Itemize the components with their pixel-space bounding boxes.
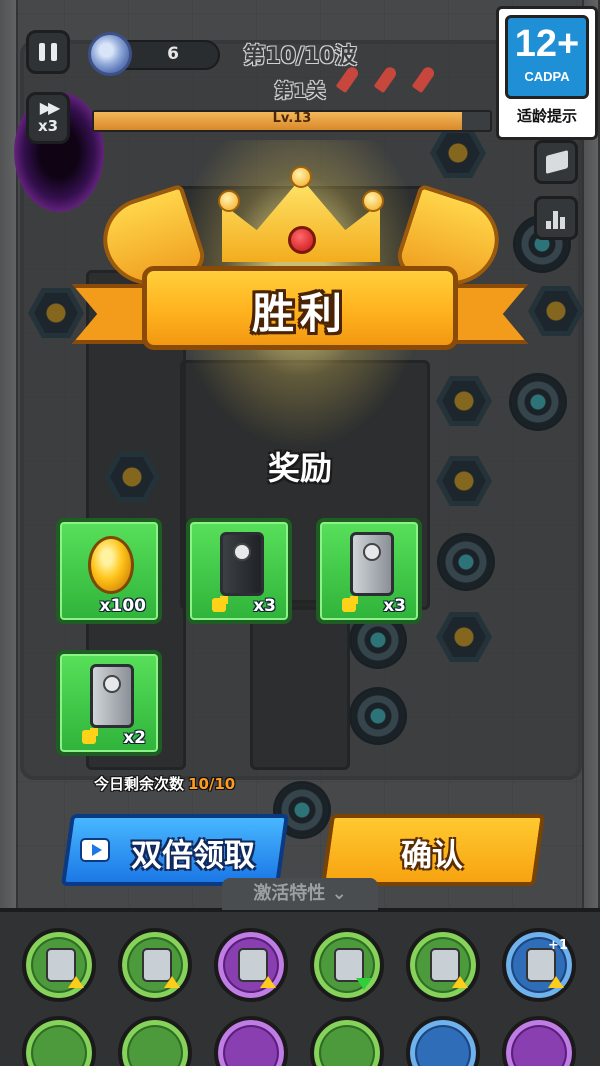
level-indicator: 第1关 <box>274 80 326 102</box>
skill-weight-downgrade[interactable] <box>310 928 384 1002</box>
reward-card-part-3: x2 <box>56 650 162 756</box>
reward-count: x100 <box>99 596 146 616</box>
reward-card-part-2: x3 <box>316 518 422 624</box>
gem-count: 6 <box>167 44 179 64</box>
skill-slot-row2[interactable] <box>310 1016 384 1066</box>
reward-heading: 奖励 <box>267 449 332 487</box>
skill-slot-row2[interactable] <box>22 1016 96 1066</box>
skill-sword-upgrade[interactable] <box>214 928 288 1002</box>
reward-count: x3 <box>383 596 406 616</box>
launcher-part-icon <box>90 664 134 728</box>
daily-remaining: 今日剩余次数 10/10 <box>94 773 235 794</box>
skill-crystal-upgrade[interactable] <box>118 928 192 1002</box>
xp-level-label: Lv.13 <box>272 111 312 126</box>
age-rating-badge: 12+ CADPA 适龄提示 <box>496 6 598 140</box>
bar-chart-icon <box>546 207 568 229</box>
pause-button[interactable] <box>26 30 70 74</box>
age-hint: 适龄提示 <box>516 107 577 125</box>
activate-traits-tab[interactable]: 激活特性 ⌄ <box>222 878 378 910</box>
skill-turret-plus-one[interactable]: +1 <box>502 928 576 1002</box>
cannon-part-icon <box>220 532 264 596</box>
reward-card-part-1: x3 <box>186 518 292 624</box>
daily-remaining-label: 今日剩余次数 <box>94 775 185 793</box>
chevron-down-icon: ⌄ <box>331 883 347 904</box>
skill-rocket-upgrade[interactable] <box>22 928 96 1002</box>
stats-button[interactable] <box>534 196 578 240</box>
pause-icon <box>39 43 45 61</box>
wave-indicator: 第10/10波 <box>243 44 357 69</box>
speed-label: x3 <box>37 117 59 135</box>
rating-org: CADPA <box>524 69 570 84</box>
crown-jewel <box>288 226 316 254</box>
skill-slot-row2[interactable] <box>406 1016 480 1066</box>
age-rating: 12+ <box>514 23 580 65</box>
confirm-label: 确认 <box>401 838 463 874</box>
reward-count: x3 <box>253 596 276 616</box>
gold-coin-icon <box>88 536 134 594</box>
fast-forward-icon: ▶▶ <box>39 98 61 117</box>
skill-toolbar: +1 <box>0 908 600 1066</box>
upgrade-arrow-icon <box>164 976 180 988</box>
skill-slot-row2[interactable] <box>118 1016 192 1066</box>
crown-ornament <box>218 190 240 212</box>
turret-part-icon <box>350 532 394 596</box>
double-claim-label: 双倍领取 <box>131 838 255 874</box>
skill-cannon-upgrade[interactable] <box>406 928 480 1002</box>
daily-remaining-value: 10/10 <box>188 775 236 793</box>
reward-count: x2 <box>123 728 146 748</box>
trait-tab-label: 激活特性 <box>253 883 326 904</box>
book-icon <box>546 150 568 174</box>
skill-slot-row2[interactable] <box>502 1016 576 1066</box>
upgrade-arrow-icon <box>260 976 276 988</box>
weight-icon <box>334 948 364 982</box>
plus-one-badge: +1 <box>548 938 568 953</box>
upgrade-arrow-icon <box>452 976 468 988</box>
downgrade-arrow-icon <box>356 978 372 990</box>
victory-title: 胜利 <box>251 289 348 338</box>
skill-slot-row2[interactable] <box>214 1016 288 1066</box>
upgrade-arrow-icon <box>548 976 564 988</box>
crown-ornament <box>290 166 312 188</box>
crown-ornament <box>362 190 384 212</box>
upgrade-arrow-icon <box>68 976 84 988</box>
codex-button[interactable] <box>534 140 578 184</box>
gem-icon <box>88 32 132 76</box>
video-ad-icon <box>80 838 110 862</box>
speed-button[interactable]: ▶▶ x3 <box>26 92 70 144</box>
reward-card-coins: x100 <box>56 518 162 624</box>
age-rating-box: 12+ CADPA <box>505 15 589 99</box>
